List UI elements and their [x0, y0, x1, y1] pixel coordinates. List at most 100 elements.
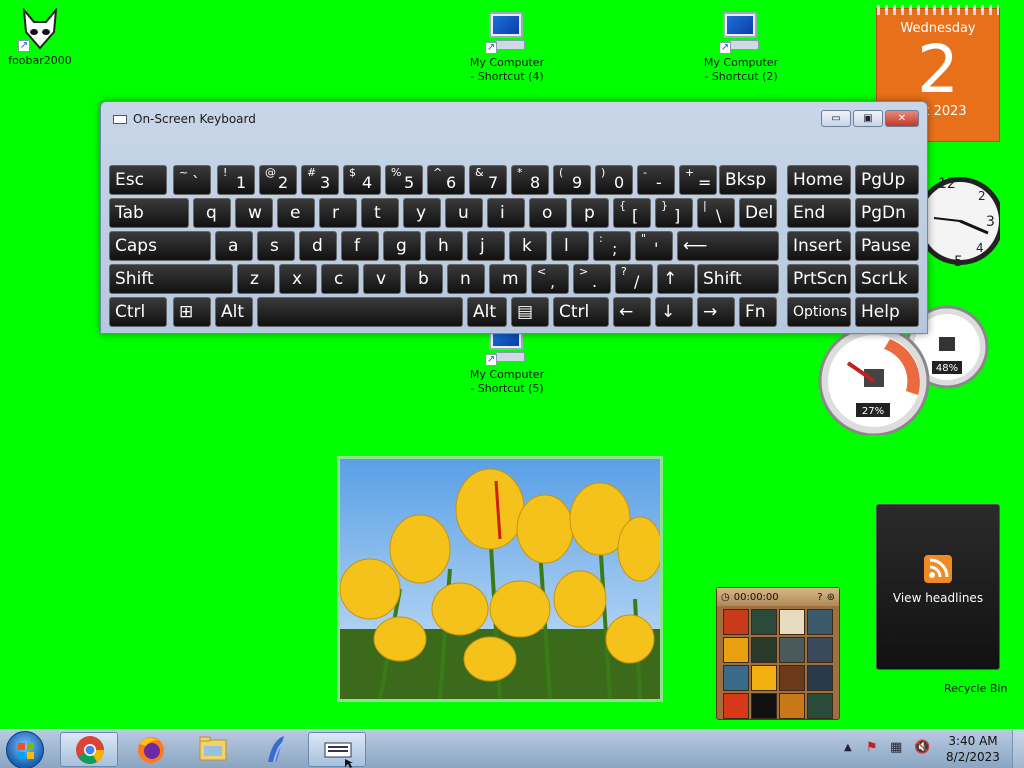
slideshow-gadget[interactable] — [337, 456, 663, 702]
key-s[interactable]: s — [257, 231, 295, 261]
key-bksp[interactable]: Bksp — [719, 165, 777, 195]
puzzle-tile[interactable] — [779, 637, 805, 663]
key-pause[interactable]: Pause — [855, 231, 919, 261]
key-g[interactable]: g — [383, 231, 421, 261]
key-pgup[interactable]: PgUp — [855, 165, 919, 195]
window-title-bar[interactable]: On-Screen Keyboard — [113, 112, 256, 126]
key-end[interactable]: End — [787, 198, 851, 228]
key-tab[interactable]: Tab — [109, 198, 189, 228]
puzzle-tile[interactable] — [779, 665, 805, 691]
picture-puzzle-gadget[interactable]: ◷ 00:00:00 ? ⊛ — [716, 587, 840, 720]
puzzle-tile[interactable] — [723, 693, 749, 719]
key-left[interactable]: ← — [613, 297, 651, 327]
show-hidden-icons-button[interactable]: ▲ — [844, 742, 852, 753]
key-lctrl[interactable]: Ctrl — [109, 297, 167, 327]
key-6[interactable]: ^ 6 — [427, 165, 465, 195]
key-period[interactable]: >. — [573, 264, 611, 294]
puzzle-tile[interactable] — [723, 637, 749, 663]
key-esc[interactable]: Esc — [109, 165, 167, 195]
key-space[interactable] — [257, 297, 463, 327]
key-home[interactable]: Home — [787, 165, 851, 195]
key-1[interactable]: ! 1 — [217, 165, 255, 195]
key-5[interactable]: % 5 — [385, 165, 423, 195]
desktop-icon-my-computer-2[interactable]: ↗ My Computer - Shortcut (2) — [700, 10, 782, 84]
key-m[interactable]: m — [489, 264, 527, 294]
key-y[interactable]: y — [403, 198, 441, 228]
key-p[interactable]: p — [571, 198, 609, 228]
key-9[interactable]: (9 — [553, 165, 591, 195]
key-del[interactable]: Del — [739, 198, 777, 228]
taskbar-firefox[interactable] — [122, 732, 180, 767]
key-z[interactable]: z — [237, 264, 275, 294]
key-j[interactable]: j — [467, 231, 505, 261]
taskbar-file-explorer[interactable] — [184, 732, 242, 767]
key-fn[interactable]: Fn — [739, 297, 777, 327]
key-minus[interactable]: -- — [637, 165, 675, 195]
puzzle-tile[interactable] — [723, 665, 749, 691]
puzzle-tile[interactable] — [751, 693, 777, 719]
puzzle-tile[interactable] — [751, 665, 777, 691]
key-tilde[interactable]: ~ ` — [173, 165, 211, 195]
key-up[interactable]: ↑ — [657, 264, 695, 294]
shuffle-icon[interactable]: ⊛ — [827, 592, 839, 603]
desktop-icon-my-computer-4[interactable]: ↗ My Computer - Shortcut (4) — [466, 10, 548, 84]
key-t[interactable]: t — [361, 198, 399, 228]
key-f[interactable]: f — [341, 231, 379, 261]
key-a[interactable]: a — [215, 231, 253, 261]
volume-muted-icon[interactable]: 🔇 — [914, 740, 930, 756]
taskbar-app[interactable] — [246, 732, 304, 767]
action-center-icon[interactable]: ⚑ — [866, 740, 882, 756]
key-options[interactable]: Options — [787, 297, 851, 327]
key-k[interactable]: k — [509, 231, 547, 261]
key-backslash[interactable]: | \ — [697, 198, 735, 228]
key-enter[interactable]: ⟵ — [677, 231, 779, 261]
key-quote[interactable]: " ' — [635, 231, 673, 261]
minimize-button[interactable]: ▭ — [821, 110, 851, 127]
puzzle-tile[interactable] — [779, 693, 805, 719]
key-scrlk[interactable]: ScrLk — [855, 264, 919, 294]
taskbar-chrome[interactable] — [60, 732, 118, 767]
key-down[interactable]: ↓ — [655, 297, 693, 327]
show-desktop-button[interactable] — [1012, 730, 1024, 768]
key-w[interactable]: w — [235, 198, 273, 228]
key-b[interactable]: b — [405, 264, 443, 294]
key-rctrl[interactable]: Ctrl — [553, 297, 609, 327]
key-d[interactable]: d — [299, 231, 337, 261]
key-r[interactable]: r — [319, 198, 357, 228]
puzzle-tile[interactable] — [751, 637, 777, 663]
key-h[interactable]: h — [425, 231, 463, 261]
key-ralt[interactable]: Alt — [467, 297, 507, 327]
key-n[interactable]: n — [447, 264, 485, 294]
puzzle-tile[interactable] — [751, 609, 777, 635]
puzzle-tile[interactable] — [807, 609, 833, 635]
recycle-bin-label[interactable]: Recycle Bin — [944, 682, 1007, 695]
puzzle-tile[interactable] — [807, 665, 833, 691]
puzzle-tile[interactable] — [779, 609, 805, 635]
key-help[interactable]: Help — [855, 297, 919, 327]
key-lshift[interactable]: Shift — [109, 264, 233, 294]
key-8[interactable]: * 8 — [511, 165, 549, 195]
puzzle-tile[interactable] — [807, 693, 833, 719]
puzzle-tile[interactable] — [807, 637, 833, 663]
key-rshift[interactable]: Shift — [697, 264, 779, 294]
view-headlines-link[interactable]: View headlines — [877, 591, 999, 605]
key-x[interactable]: x — [279, 264, 317, 294]
key-pgdn[interactable]: PgDn — [855, 198, 919, 228]
key-l[interactable]: l — [551, 231, 589, 261]
key-3[interactable]: #3 — [301, 165, 339, 195]
key-2[interactable]: @2 — [259, 165, 297, 195]
key-0[interactable]: ) 0 — [595, 165, 633, 195]
key-4[interactable]: $4 — [343, 165, 381, 195]
key-7[interactable]: & 7 — [469, 165, 507, 195]
key-prtscn[interactable]: PrtScn — [787, 264, 851, 294]
key-lbracket[interactable]: {[ — [613, 198, 651, 228]
key-slash[interactable]: ? / — [615, 264, 653, 294]
key-caps[interactable]: Caps — [109, 231, 211, 261]
desktop-icon-foobar2000[interactable]: ↗ foobar2000 — [8, 8, 72, 68]
key-q[interactable]: q — [193, 198, 231, 228]
key-v[interactable]: v — [363, 264, 401, 294]
taskbar-clock[interactable]: 3:40 AM 8/2/2023 — [940, 733, 1006, 765]
key-semicolon[interactable]: :; — [593, 231, 631, 261]
feed-headlines-gadget[interactable]: View headlines — [876, 504, 1000, 670]
key-o[interactable]: o — [529, 198, 567, 228]
